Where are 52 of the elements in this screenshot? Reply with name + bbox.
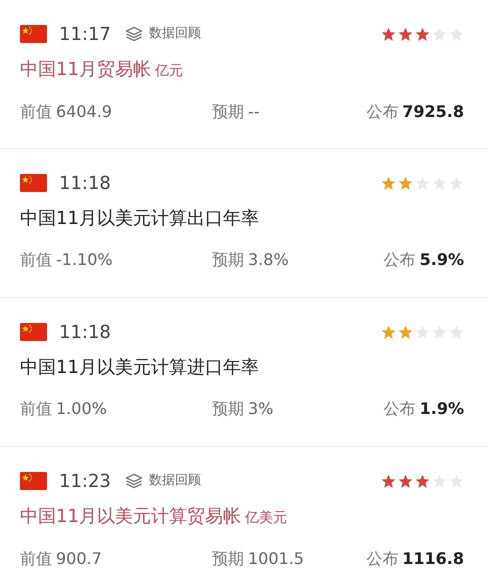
filled-star-icon (415, 26, 430, 42)
forecast-value: -- (248, 101, 260, 123)
filled-star-icon (415, 474, 430, 488)
previous-label: 前值 (20, 548, 52, 570)
filled-star-icon (398, 176, 413, 190)
china-flag-icon (20, 471, 47, 491)
filled-star-icon (398, 474, 413, 488)
previous-value: 1.00% (56, 398, 107, 420)
actual-label: 公布 (366, 548, 398, 570)
event-time: 11:17 (59, 22, 111, 46)
actual-value: 1.9% (420, 398, 464, 420)
forecast-value: 3% (248, 398, 274, 420)
china-flag-icon (20, 173, 47, 193)
event-title: 中国11月以美元计算出口年率 (20, 207, 260, 231)
filled-star-icon (381, 176, 396, 190)
actual-value: 5.9% (420, 249, 464, 271)
layers-icon (124, 26, 143, 42)
filled-star-icon (381, 26, 396, 42)
filled-star-icon (381, 324, 396, 340)
event-time: 11:23 (59, 470, 111, 494)
actual-label: 公布 (366, 101, 398, 123)
layers-icon (124, 473, 143, 489)
data-review-link[interactable]: 数据回顾 (124, 471, 201, 491)
event-time: 11:18 (59, 320, 111, 344)
actual-value: 1116.8 (402, 548, 464, 570)
forecast-label: 预期 (212, 101, 244, 123)
event-title: 中国11月以美元计算贸易帐 亿美元 (20, 505, 288, 529)
unit-label: 亿美元 (244, 510, 287, 526)
event-title: 中国11月以美元计算进口年率 (20, 356, 260, 380)
previous-label: 前值 (20, 249, 52, 271)
china-flag-icon (20, 322, 47, 342)
data-review-link[interactable]: 数据回顾 (124, 24, 201, 44)
forecast-label: 预期 (212, 398, 244, 420)
actual-label: 公布 (384, 398, 416, 420)
actual-label: 公布 (384, 249, 416, 271)
previous-label: 前值 (20, 398, 52, 420)
forecast-value: 1001.5 (248, 548, 304, 570)
previous-value: -1.10% (56, 249, 113, 271)
forecast-value: 3.8% (248, 249, 289, 271)
forecast-label: 预期 (212, 249, 244, 271)
event-time: 11:18 (59, 172, 111, 196)
china-flag-icon (20, 24, 47, 44)
filled-star-icon (398, 26, 413, 42)
previous-value: 6404.9 (56, 101, 112, 123)
actual-value: 7925.8 (402, 101, 464, 123)
event-title: 中国11月贸易帐 亿元 (20, 58, 184, 82)
previous-label: 前值 (20, 101, 52, 123)
unit-label: 亿元 (154, 63, 183, 79)
filled-star-icon (381, 474, 396, 488)
filled-star-icon (398, 324, 413, 340)
previous-value: 900.7 (56, 548, 102, 570)
forecast-label: 预期 (212, 548, 244, 570)
